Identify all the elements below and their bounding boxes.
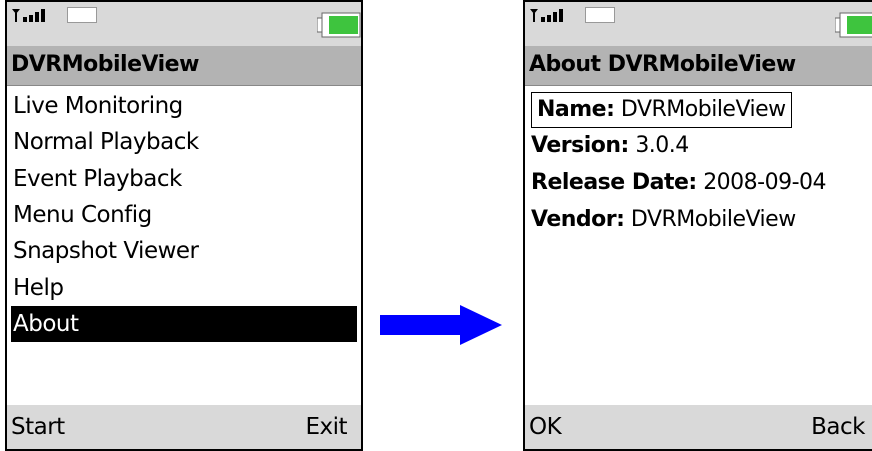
phone-screen-main-menu: DVRMobileView Live Monitoring Normal Pla… <box>5 0 363 451</box>
release-date-label: Release Date: <box>531 170 697 195</box>
menu-item-live-monitoring[interactable]: Live Monitoring <box>11 88 357 124</box>
name-label: Name: <box>537 97 615 122</box>
version-label: Version: <box>531 133 629 158</box>
battery-icon <box>317 12 361 38</box>
name-field[interactable]: Name: DVRMobileView <box>531 92 792 128</box>
java-icon <box>67 7 97 23</box>
screen-title: About DVRMobileView <box>529 52 796 77</box>
back-softkey[interactable]: Back <box>811 412 865 442</box>
status-bar <box>525 2 872 46</box>
screen-title: DVRMobileView <box>11 52 199 77</box>
menu-item-normal-playback[interactable]: Normal Playback <box>11 124 357 160</box>
menu-list: Live Monitoring Normal Playback Event Pl… <box>7 86 361 405</box>
vendor-value: DVRMobileView <box>630 207 796 232</box>
release-date-field: Release Date: 2008-09-04 <box>531 166 827 200</box>
menu-item-help[interactable]: Help <box>11 270 357 306</box>
status-bar <box>7 2 361 46</box>
arrow-right-icon <box>380 305 502 345</box>
softkey-bar: OK Back <box>525 405 872 449</box>
version-value: 3.0.4 <box>635 133 689 158</box>
release-date-value: 2008-09-04 <box>703 170 827 195</box>
battery-icon <box>835 12 872 38</box>
menu-item-event-playback[interactable]: Event Playback <box>11 161 357 197</box>
softkey-bar: Start Exit <box>7 405 361 449</box>
about-details: Name: DVRMobileView Version: 3.0.4 Relea… <box>525 86 872 405</box>
exit-softkey[interactable]: Exit <box>305 412 347 442</box>
vendor-label: Vendor: <box>531 207 625 232</box>
version-field: Version: 3.0.4 <box>531 129 689 163</box>
title-bar: DVRMobileView <box>7 46 361 86</box>
title-bar: About DVRMobileView <box>525 46 872 86</box>
start-softkey[interactable]: Start <box>11 412 65 442</box>
menu-item-menu-config[interactable]: Menu Config <box>11 197 357 233</box>
vendor-field: Vendor: DVRMobileView <box>531 203 796 237</box>
menu-item-about[interactable]: About <box>11 306 357 342</box>
phone-screen-about: About DVRMobileView Name: DVRMobileView … <box>523 0 872 451</box>
signal-icon <box>12 9 45 22</box>
ok-softkey[interactable]: OK <box>529 412 562 442</box>
name-value: DVRMobileView <box>620 97 786 122</box>
signal-icon <box>530 9 563 22</box>
menu-item-snapshot-viewer[interactable]: Snapshot Viewer <box>11 233 357 269</box>
java-icon <box>585 7 615 23</box>
